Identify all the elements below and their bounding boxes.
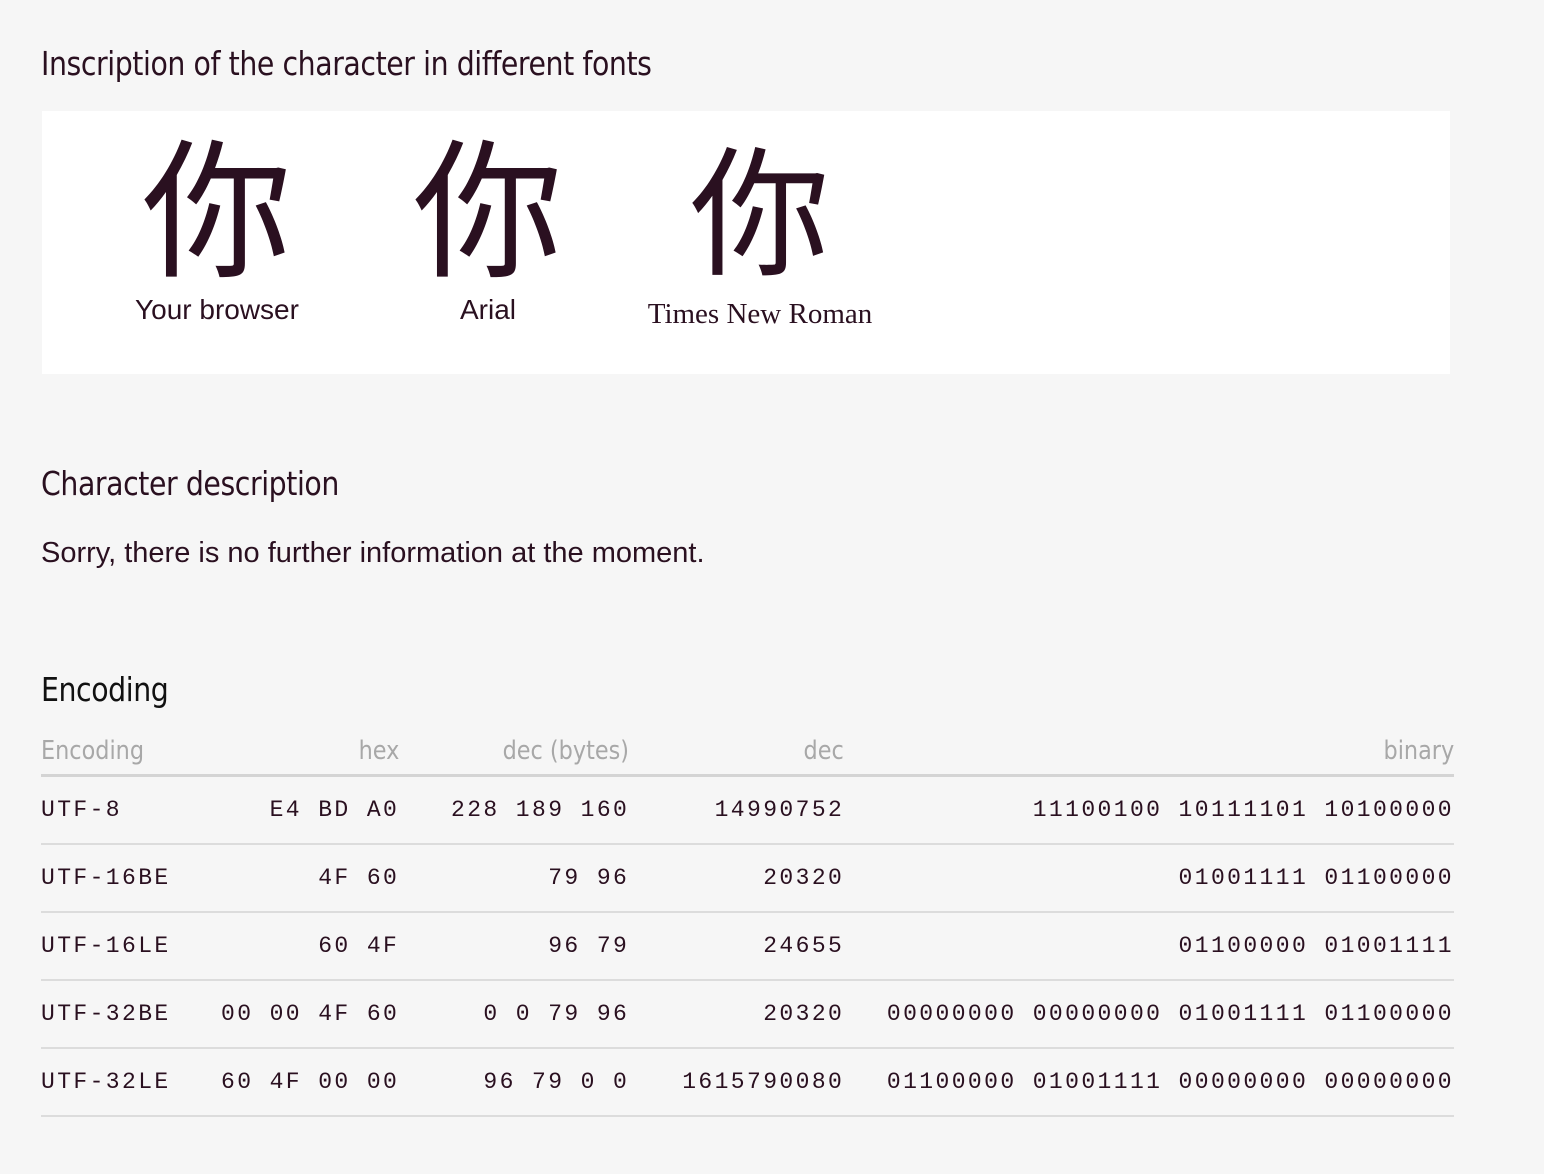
header-binary: binary <box>844 728 1454 777</box>
encoding-table: Encoding hex dec (bytes) dec binary UTF-… <box>41 728 1454 1117</box>
font-sample-times: 你 Times New Roman <box>620 133 900 329</box>
cell-dec: 20320 <box>629 844 845 913</box>
encoding-table-header: Encoding hex dec (bytes) dec binary <box>41 728 1454 777</box>
cell-dec-bytes: 0 0 79 96 <box>399 980 630 1049</box>
table-row: UTF-16LE 60 4F 96 79 24655 01100000 0100… <box>41 912 1454 981</box>
cell-hex: 4F 60 <box>221 844 400 913</box>
cell-binary: 00000000 00000000 01001111 01100000 <box>844 980 1454 1049</box>
cell-hex: 00 00 4F 60 <box>221 980 400 1049</box>
cell-dec: 14990752 <box>629 775 845 845</box>
cell-binary: 01001111 01100000 <box>844 844 1454 913</box>
font-samples-panel: 你 Your browser 你 Arial 你 Times New Roman <box>42 111 1450 374</box>
header-hex: hex <box>221 728 400 777</box>
cell-dec-bytes: 96 79 <box>399 912 630 981</box>
cell-encoding: UTF-16LE <box>41 912 221 981</box>
cell-dec-bytes: 96 79 0 0 <box>399 1048 630 1117</box>
cell-dec-bytes: 228 189 160 <box>399 775 630 845</box>
header-dec-bytes: dec (bytes) <box>399 728 630 777</box>
cell-hex: 60 4F 00 00 <box>221 1048 400 1117</box>
cell-dec-bytes: 79 96 <box>399 844 630 913</box>
cell-encoding: UTF-32BE <box>41 980 221 1049</box>
font-label-arial: Arial <box>459 294 516 325</box>
header-dec: dec <box>629 728 845 777</box>
character-glyph-arial: 你 <box>412 127 563 301</box>
character-glyph-browser: 你 <box>141 127 292 301</box>
encoding-section-title: Encoding <box>41 670 169 709</box>
cell-hex: 60 4F <box>221 912 400 981</box>
cell-binary: 11100100 10111101 10100000 <box>844 775 1454 845</box>
description-section-title: Character description <box>41 464 339 503</box>
table-row: UTF-16BE 4F 60 79 96 20320 01001111 0110… <box>41 844 1454 913</box>
font-sample-arial: 你 Arial <box>348 133 628 325</box>
cell-dec: 20320 <box>629 980 845 1049</box>
font-label-times: Times New Roman <box>647 298 873 330</box>
table-row: UTF-32LE 60 4F 00 00 96 79 0 0 161579008… <box>41 1048 1454 1117</box>
cell-dec: 1615790080 <box>629 1048 845 1117</box>
description-text: Sorry, there is no further information a… <box>41 537 705 569</box>
font-sample-browser: 你 Your browser <box>77 133 357 325</box>
cell-hex: E4 BD A0 <box>221 775 400 845</box>
cell-binary: 01100000 01001111 <box>844 912 1454 981</box>
cell-encoding: UTF-16BE <box>41 844 221 913</box>
header-encoding: Encoding <box>41 728 221 777</box>
cell-dec: 24655 <box>629 912 845 981</box>
character-glyph-times: 你 <box>689 135 830 298</box>
cell-binary: 01100000 01001111 00000000 00000000 <box>844 1048 1454 1117</box>
table-row: UTF-32BE 00 00 4F 60 0 0 79 96 20320 000… <box>41 980 1454 1049</box>
cell-encoding: UTF-32LE <box>41 1048 221 1117</box>
font-label-browser: Your browser <box>135 294 299 325</box>
cell-encoding: UTF-8 <box>41 775 221 845</box>
fonts-section-title: Inscription of the character in differen… <box>41 44 652 83</box>
table-row: UTF-8 E4 BD A0 228 189 160 14990752 1110… <box>41 775 1454 845</box>
